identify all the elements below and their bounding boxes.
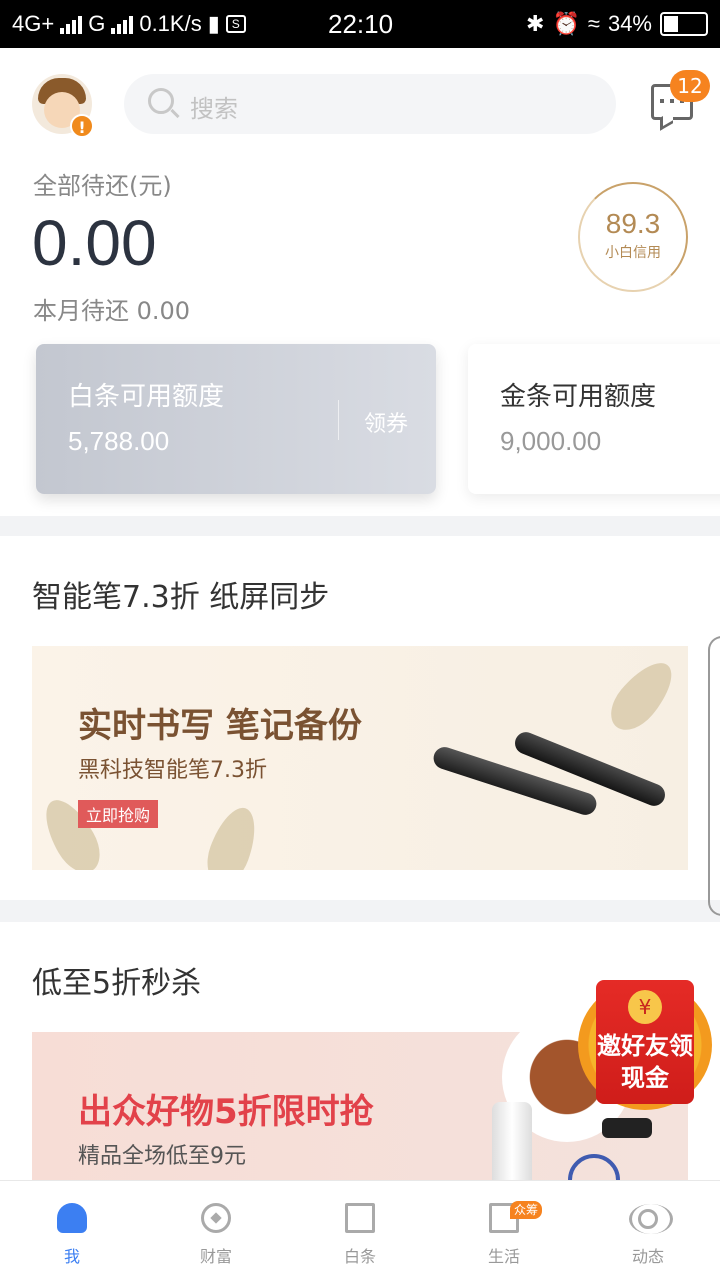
jintiao-card[interactable]: 金条可用额度 9,000.00: [468, 344, 720, 494]
leaf-decoration: [600, 652, 684, 740]
tab-label: 我: [63, 1247, 80, 1266]
tab-me[interactable]: 我: [0, 1181, 144, 1280]
credit-label: 小白信用: [605, 245, 661, 261]
tab-dynamic[interactable]: 动态: [576, 1181, 720, 1280]
signal-icon-2: [111, 14, 134, 34]
bluetooth-icon: ✱: [526, 11, 545, 36]
section-title: 低至5折秒杀: [32, 966, 202, 1001]
tab-label: 财富: [199, 1247, 232, 1266]
banner-subtitle: 精品全场低至9元: [78, 1144, 246, 1169]
crowdfunding-badge: 众筹: [510, 1201, 543, 1219]
battery-percent: 34%: [607, 11, 652, 36]
leaf-decoration: [199, 801, 265, 870]
tab-label: 生活: [487, 1247, 520, 1266]
tab-baitiao[interactable]: 白条: [288, 1181, 432, 1280]
account-summary: ! 搜索 12 全部待还(元) 0.00 本月待还 0.00 89.3 小白信用…: [0, 48, 720, 516]
network-type: 4G+: [12, 11, 55, 36]
carrier-2: G: [88, 11, 106, 36]
pen-banner[interactable]: 实时书写 笔记备份 黑科技智能笔7.3折 立即抢购: [32, 646, 688, 870]
baitiao-value: 5,788.00: [68, 426, 170, 456]
card-icon: [345, 1203, 375, 1233]
tab-label: 动态: [631, 1247, 664, 1266]
invite-friends-red-packet[interactable]: ¥ 邀好友领现金: [578, 972, 712, 1110]
jintiao-title: 金条可用额度: [500, 382, 657, 412]
tab-life[interactable]: 众筹 生活: [432, 1181, 576, 1280]
broadcast-icon: [629, 1204, 673, 1234]
wealth-icon: [201, 1203, 231, 1233]
bottom-tab-bar: 我 财富 白条 众筹 生活 动态: [0, 1180, 720, 1280]
total-due-amount[interactable]: 0.00: [32, 206, 157, 280]
status-bar: 4G+ G 0.1K/s ▮ S 22:10 ✱ ⏰ ≈ 34%: [0, 0, 720, 48]
search-icon: [148, 88, 174, 114]
month-due: 本月待还 0.00: [33, 297, 191, 325]
wifi-icon: ≈: [587, 11, 600, 36]
avatar[interactable]: !: [32, 74, 94, 138]
credit-score-badge[interactable]: 89.3 小白信用: [578, 182, 688, 292]
jintiao-value: 9,000.00: [500, 426, 602, 456]
message-count-badge: 12: [670, 70, 710, 102]
charger-image: [602, 1118, 652, 1138]
get-coupon-button[interactable]: 领券: [364, 406, 408, 438]
status-right: ✱ ⏰ ≈ 34%: [526, 11, 708, 37]
bottle-image: [492, 1102, 532, 1192]
network-speed: 0.1K/s: [139, 11, 202, 36]
clock: 22:10: [328, 9, 394, 39]
banner-heading: 出众好物5折限时抢: [78, 1092, 374, 1132]
coin-icon: ¥: [628, 990, 662, 1024]
baitiao-title: 白条可用额度: [68, 382, 225, 412]
signal-icon: [60, 14, 83, 34]
card-divider: [338, 400, 339, 440]
total-due-label: 全部待还(元): [33, 172, 172, 200]
tab-label: 白条: [343, 1247, 376, 1266]
storage-icon: S: [225, 15, 246, 33]
battery-icon: [660, 12, 708, 36]
status-left: 4G+ G 0.1K/s ▮ S: [12, 11, 246, 37]
video-icon: ▮: [207, 11, 220, 36]
invite-text: 邀好友领现金: [597, 1032, 693, 1092]
next-banner-peek: [708, 636, 720, 916]
banner-heading: 实时书写 笔记备份: [78, 706, 362, 746]
user-icon: [57, 1203, 87, 1233]
search-input[interactable]: 搜索: [124, 74, 616, 134]
promo-section-pen: 智能笔7.3折 纸屏同步 实时书写 笔记备份 黑科技智能笔7.3折 立即抢购: [0, 536, 720, 916]
section-title: 智能笔7.3折 纸屏同步: [32, 580, 330, 615]
alarm-icon: ⏰: [552, 11, 580, 36]
tab-wealth[interactable]: 财富: [144, 1181, 288, 1280]
warning-icon: !: [70, 114, 94, 138]
baitiao-card[interactable]: 白条可用额度 5,788.00 领券: [36, 344, 436, 494]
search-placeholder: 搜索: [190, 95, 238, 123]
credit-score: 89.3: [605, 208, 661, 239]
buy-now-button[interactable]: 立即抢购: [78, 800, 159, 828]
banner-subtitle: 黑科技智能笔7.3折: [78, 758, 267, 783]
